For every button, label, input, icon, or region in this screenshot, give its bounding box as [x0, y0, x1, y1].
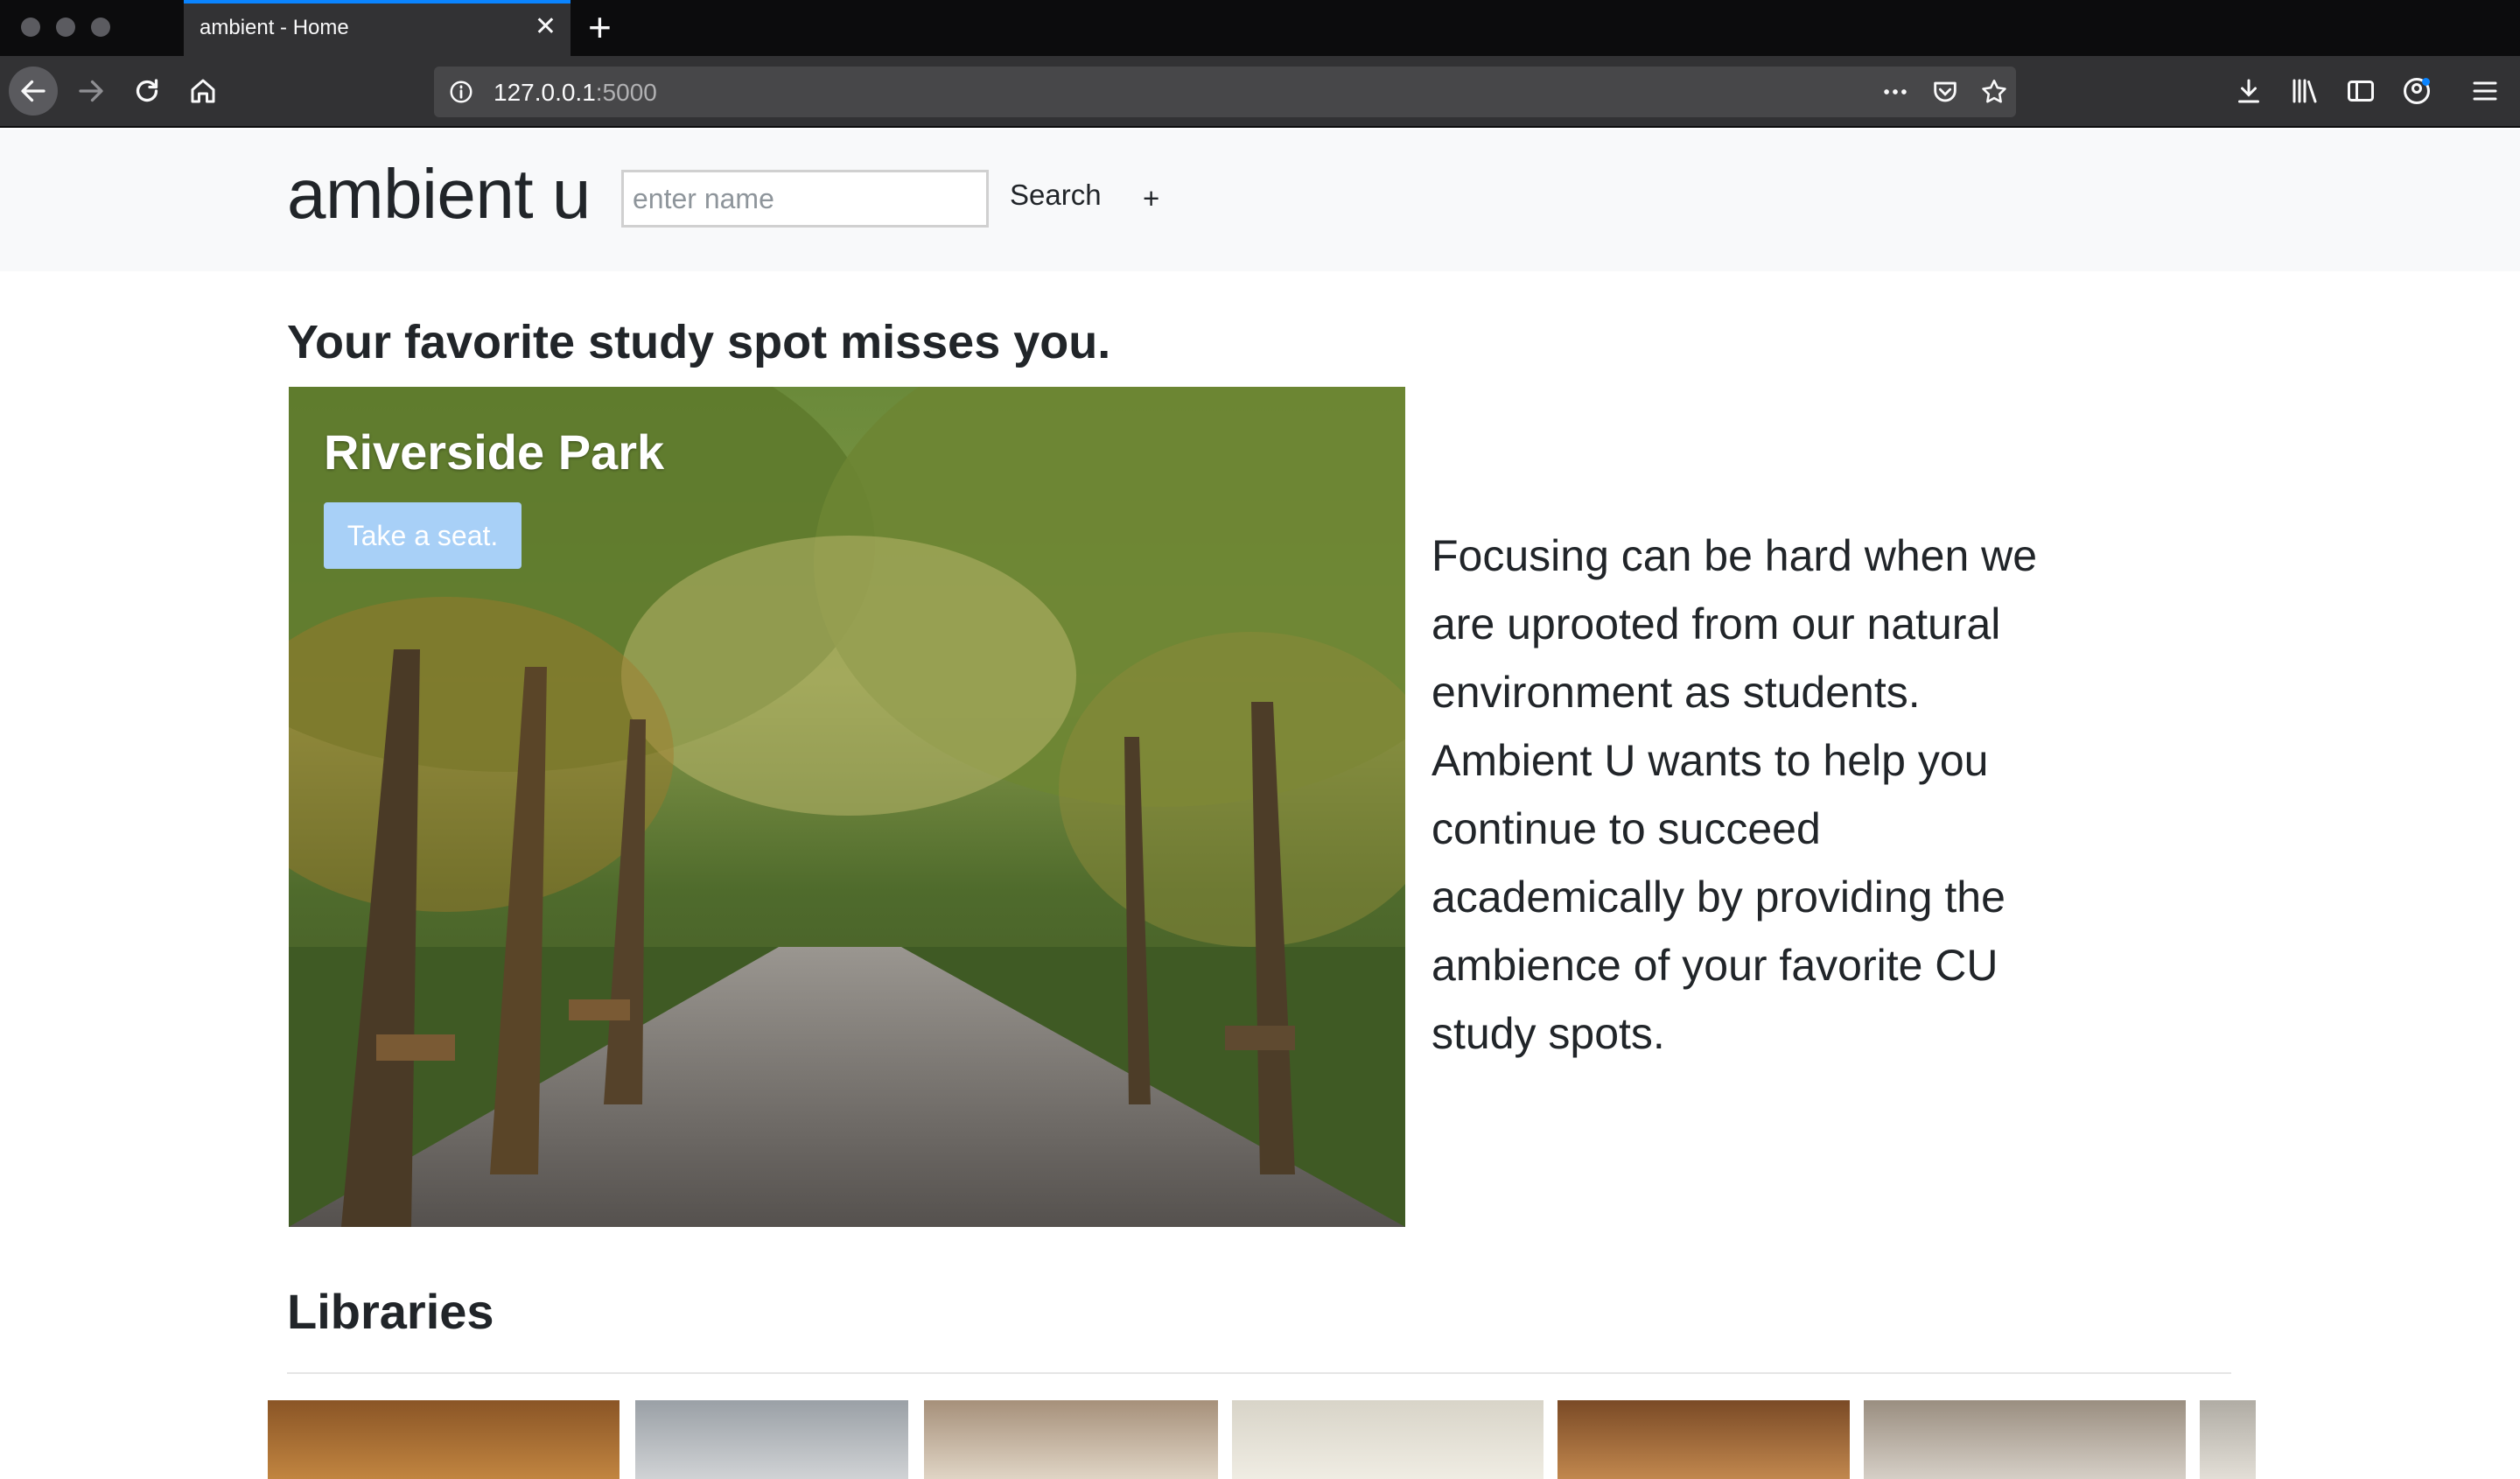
pocket-icon[interactable] [1930, 77, 1960, 107]
section-divider [287, 1372, 2231, 1374]
add-button[interactable]: + [1143, 182, 1159, 215]
home-icon [191, 79, 215, 103]
forward-button[interactable] [66, 67, 116, 116]
download-icon[interactable] [2233, 75, 2264, 107]
account-icon[interactable] [2401, 75, 2432, 107]
sidebar-icon[interactable] [2345, 75, 2376, 107]
more-actions-icon[interactable] [1880, 77, 1911, 107]
library-icon[interactable] [2289, 75, 2320, 107]
url-text[interactable]: 127.0.0.1:5000 [494, 79, 657, 107]
minimize-window-button[interactable] [56, 18, 75, 37]
site-header: ambient u Search + [0, 130, 2520, 271]
library-thumbnail[interactable] [924, 1400, 1218, 1479]
search-button[interactable]: Search [1010, 179, 1102, 212]
close-tab-icon[interactable]: ✕ [535, 14, 556, 40]
library-thumbnail[interactable] [2200, 1400, 2256, 1479]
take-a-seat-button[interactable]: Take a seat. [324, 502, 522, 569]
library-thumbnail[interactable] [1864, 1400, 2186, 1479]
page-tagline: Your favorite study spot misses you. [287, 316, 1111, 368]
library-thumbnail[interactable] [1232, 1400, 1544, 1479]
featured-spot-card: Riverside Park Take a seat. [289, 387, 1405, 1227]
intro-paragraph: Focusing can be hard when we are uproote… [1432, 531, 2038, 1058]
url-port: :5000 [595, 79, 657, 106]
search-input[interactable] [621, 170, 989, 228]
info-icon[interactable] [448, 79, 474, 105]
url-host: 127.0.0.1 [494, 79, 596, 106]
bookmark-star-icon[interactable] [1979, 77, 2009, 107]
new-tab-button[interactable]: + [588, 5, 612, 49]
browser-tab-bar: ambient - Home ✕ + [0, 0, 2520, 56]
back-button[interactable] [9, 67, 58, 116]
browser-toolbar: 127.0.0.1:5000 [0, 56, 2520, 128]
zoom-window-button[interactable] [91, 18, 110, 37]
library-thumbnail[interactable] [635, 1400, 908, 1479]
arrow-left-icon [21, 80, 46, 102]
page-content: ambient u Search + Your favorite study s… [0, 130, 2520, 1479]
arrow-right-icon [79, 80, 103, 102]
url-bar[interactable]: 127.0.0.1:5000 [434, 67, 2016, 117]
library-thumbnail[interactable] [1558, 1400, 1850, 1479]
close-window-button[interactable] [21, 18, 40, 37]
tab-ambient-home[interactable]: ambient - Home ✕ [184, 0, 570, 56]
libraries-heading: Libraries [287, 1284, 494, 1339]
brand-logo[interactable]: ambient u [287, 154, 591, 235]
reload-icon [136, 79, 158, 102]
tab-title: ambient - Home [200, 16, 349, 39]
library-thumbnail[interactable] [268, 1400, 620, 1479]
reload-button[interactable] [122, 67, 172, 116]
home-button[interactable] [178, 67, 228, 116]
menu-icon[interactable] [2469, 75, 2501, 107]
spot-name: Riverside Park [324, 424, 665, 480]
